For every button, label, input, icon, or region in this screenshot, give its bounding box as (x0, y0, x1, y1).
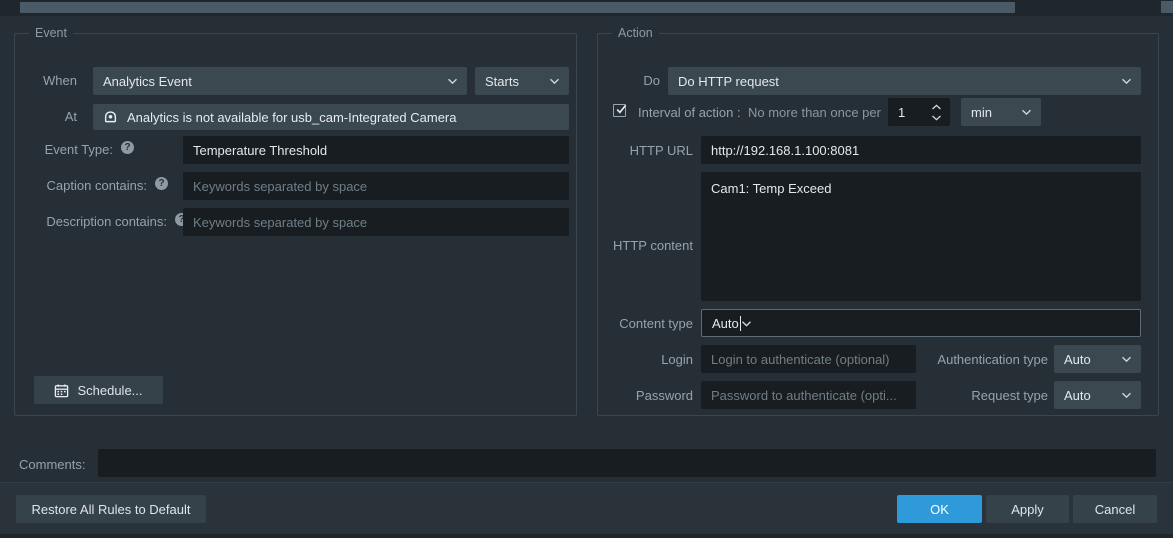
event-type-label: Event Type: (44, 142, 113, 157)
event-type-input[interactable]: Temperature Threshold (183, 136, 569, 164)
when-state-select[interactable]: Starts (475, 67, 569, 95)
dialog-body: Event When Analytics Event Starts At Ana… (0, 16, 1173, 482)
comments-label: Comments: (19, 457, 86, 472)
interval-unit-select[interactable]: min (961, 98, 1041, 126)
ok-button-label: OK (930, 501, 949, 517)
help-icon[interactable]: ? (121, 141, 134, 154)
login-input[interactable]: Login to authenticate (optional) (701, 345, 916, 373)
action-group-box: Action Do Do HTTP request Interval of ac… (597, 26, 1159, 416)
login-label: Login (661, 352, 693, 367)
chevron-down-icon (1121, 390, 1132, 401)
chevron-down-icon (1121, 354, 1132, 365)
window-bottom-edge (0, 534, 1173, 538)
caption-contains-placeholder: Keywords separated by space (193, 178, 368, 194)
rule-editor-dialog: Event When Analytics Event Starts At Ana… (0, 0, 1173, 538)
horizontal-scrollbar-thumb[interactable] (20, 2, 1015, 13)
authentication-type-label: Authentication type (937, 352, 1048, 367)
event-group-box: Event When Analytics Event Starts At Ana… (14, 26, 577, 416)
restore-all-rules-button[interactable]: Restore All Rules to Default (16, 495, 206, 523)
schedule-button-label: Schedule... (77, 382, 143, 398)
chevron-down-icon (741, 318, 752, 329)
request-type-select[interactable]: Auto (1054, 381, 1141, 409)
http-content-textarea[interactable]: Cam1: Temp Exceed (701, 172, 1141, 301)
http-url-value: http://192.168.1.100:8081 (711, 142, 860, 158)
login-placeholder: Login to authenticate (optional) (711, 351, 890, 367)
password-placeholder: Password to authenticate (opti... (711, 387, 897, 403)
horizontal-scrollbar[interactable] (0, 0, 1173, 16)
chevron-down-icon (447, 76, 458, 87)
http-url-input[interactable]: http://192.168.1.100:8081 (701, 136, 1141, 164)
at-resource-field[interactable]: Analytics is not available for usb_cam-I… (93, 104, 569, 130)
when-event-value: Analytics Event (103, 73, 192, 89)
check-icon (615, 103, 628, 116)
do-action-select[interactable]: Do HTTP request (668, 67, 1141, 95)
chevron-down-icon (932, 115, 941, 120)
apply-button-label: Apply (1011, 501, 1044, 517)
chevron-down-icon (1121, 76, 1132, 87)
scrollbar-corner (1161, 1, 1173, 13)
interval-value: 1 (898, 104, 906, 120)
when-label: When (43, 73, 77, 88)
action-group-title: Action (612, 26, 659, 41)
content-type-combo[interactable]: Auto (701, 309, 1141, 337)
schedule-button[interactable]: Schedule... (34, 376, 163, 404)
when-state-value: Starts (485, 73, 519, 89)
authentication-type-select[interactable]: Auto (1054, 345, 1141, 373)
chevron-down-icon (1021, 107, 1032, 118)
chevron-up-icon (932, 104, 941, 109)
cancel-button[interactable]: Cancel (1073, 495, 1157, 523)
comments-input[interactable] (98, 449, 1156, 477)
http-content-value: Cam1: Temp Exceed (711, 181, 832, 196)
event-type-value: Temperature Threshold (193, 142, 328, 158)
cancel-button-label: Cancel (1094, 501, 1136, 517)
content-type-label: Content type (619, 316, 693, 331)
chevron-down-icon (549, 76, 560, 87)
http-content-label: HTTP content (613, 238, 693, 253)
interval-of-action-checkbox[interactable] (613, 103, 628, 117)
request-type-label: Request type (971, 388, 1048, 403)
calendar-icon (54, 383, 69, 398)
restore-all-rules-label: Restore All Rules to Default (31, 501, 191, 517)
password-input[interactable]: Password to authenticate (opti... (701, 381, 916, 409)
dialog-footer: Restore All Rules to Default OK Apply Ca… (0, 482, 1173, 534)
apply-button[interactable]: Apply (986, 495, 1069, 523)
ok-button[interactable]: OK (897, 495, 982, 523)
interval-of-action-label: Interval of action : (638, 105, 741, 120)
content-type-value: Auto (712, 315, 739, 331)
stepper-arrows[interactable] (931, 98, 942, 126)
description-contains-input[interactable]: Keywords separated by space (183, 208, 569, 236)
help-icon[interactable]: ? (155, 177, 168, 190)
caption-contains-input[interactable]: Keywords separated by space (183, 172, 569, 200)
password-label: Password (635, 388, 693, 403)
caption-contains-label: Caption contains: (46, 178, 147, 193)
interval-value-stepper[interactable]: 1 (888, 98, 950, 126)
interval-of-action-sublabel: No more than once per (748, 105, 881, 120)
at-resource-value: Analytics is not available for usb_cam-I… (127, 109, 457, 125)
description-contains-label: Description contains: (46, 214, 167, 229)
when-event-select[interactable]: Analytics Event (93, 67, 467, 95)
do-label: Do (643, 73, 660, 88)
event-group-title: Event (29, 26, 73, 41)
http-url-label: HTTP URL (629, 143, 693, 158)
camera-dome-icon (103, 110, 118, 125)
do-action-value: Do HTTP request (678, 73, 779, 89)
description-contains-placeholder: Keywords separated by space (193, 214, 368, 230)
at-label: At (64, 109, 77, 124)
